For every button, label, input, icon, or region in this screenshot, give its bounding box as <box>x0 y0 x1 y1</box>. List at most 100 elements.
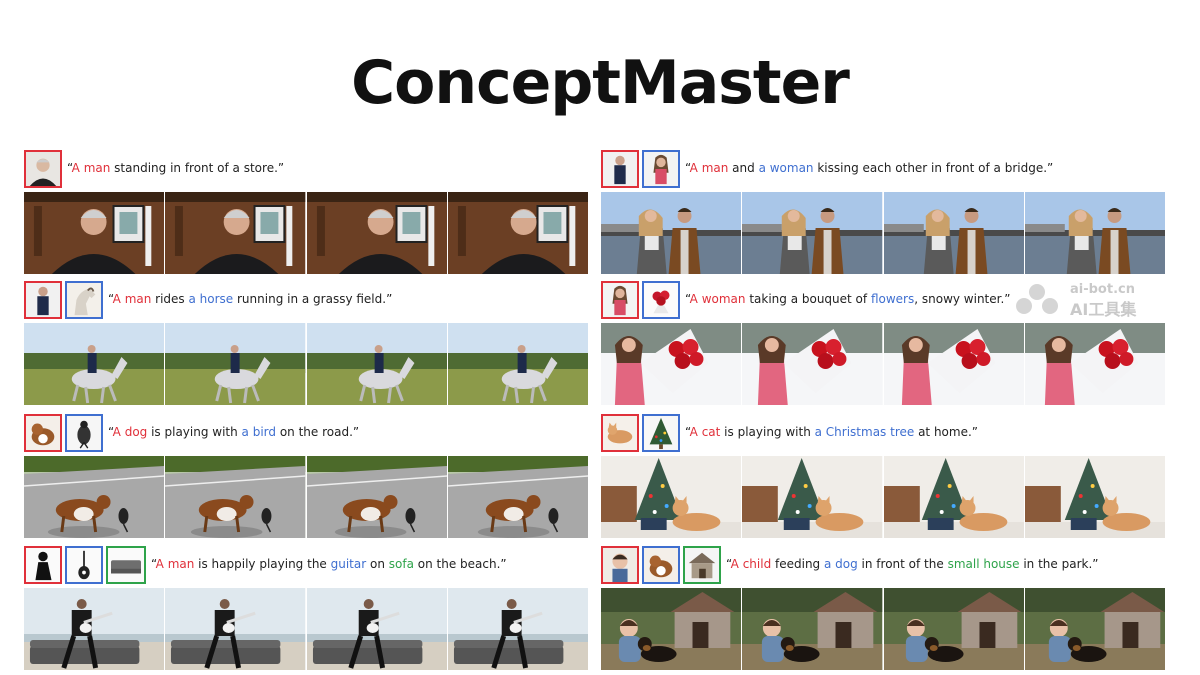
small-house-icon <box>685 548 719 582</box>
example-header: “A man standing in front of a store.” <box>24 150 588 190</box>
video-frame <box>447 192 588 274</box>
prompt-caption: “A dog is playing with a bird on the roa… <box>108 425 359 439</box>
example-4: “A man is happily playing the guitar on … <box>24 546 588 672</box>
example-3: “A dog is playing with a bird on the roa… <box>24 414 588 540</box>
video-frame <box>306 323 448 405</box>
video-frame <box>306 588 448 670</box>
prompt-caption: “A man and a woman kissing each other in… <box>685 161 1053 175</box>
man-portrait-icon <box>26 152 60 186</box>
video-frame-strip <box>24 456 588 538</box>
reference-image-sofa-icon <box>106 546 146 584</box>
caption-concept: flowers <box>870 292 915 306</box>
caption-text: kissing each other in front of a bridge.… <box>813 161 1054 175</box>
christmas-tree-icon <box>644 416 678 450</box>
reference-image-woman-icon <box>601 281 639 319</box>
man-silhouette-icon <box>26 548 60 582</box>
reference-image-dog-icon <box>24 414 62 452</box>
example-header: “A man is happily playing the guitar on … <box>24 546 588 586</box>
flowers-icon <box>644 283 678 317</box>
bird-icon <box>67 416 101 450</box>
video-frame <box>883 192 1025 274</box>
caption-concept: A dog <box>112 425 148 439</box>
example-7: “A cat is playing with a Christmas tree … <box>601 414 1165 540</box>
prompt-caption: “A man standing in front of a store.” <box>67 161 284 175</box>
reference-image-man-icon <box>601 150 639 188</box>
caption-text: is playing with <box>720 425 815 439</box>
prompt-caption: “A woman taking a bouquet of flowers, sn… <box>685 292 1011 306</box>
horse-icon <box>67 283 101 317</box>
video-frame <box>742 192 884 274</box>
caption-text: taking a bouquet of <box>745 292 871 306</box>
video-frame <box>306 456 448 538</box>
caption-text: feeding <box>771 557 824 571</box>
caption-text: standing in front of a store.” <box>110 161 285 175</box>
video-frame <box>742 456 884 538</box>
reference-image-man-icon <box>24 281 62 319</box>
caption-concept: A child <box>730 557 772 571</box>
video-frame <box>165 192 307 274</box>
video-frame-strip <box>24 323 588 405</box>
video-frame <box>883 323 1025 405</box>
caption-text: on the road.” <box>276 425 360 439</box>
reference-image-man-silhouette-icon <box>24 546 62 584</box>
caption-concept: a Christmas tree <box>814 425 915 439</box>
example-2: “A man rides a horse running in a grassy… <box>24 281 588 407</box>
example-8: “A child feeding a dog in front of the s… <box>601 546 1165 672</box>
watermark-domain: ai-bot.cn <box>1070 282 1135 297</box>
caption-text: , snowy winter.” <box>914 292 1011 306</box>
dog-icon <box>644 548 678 582</box>
video-frame-strip <box>601 456 1165 538</box>
reference-image-cat-icon <box>601 414 639 452</box>
reference-image-child-icon <box>601 546 639 584</box>
caption-text: is happily playing the <box>194 557 331 571</box>
caption-concept: a horse <box>188 292 234 306</box>
video-frame <box>165 456 307 538</box>
video-frame-strip <box>601 323 1165 405</box>
caption-concept: a dog <box>823 557 858 571</box>
example-header: “A man and a woman kissing each other in… <box>601 150 1165 190</box>
guitar-icon <box>67 548 101 582</box>
video-frame <box>165 323 307 405</box>
sofa-icon <box>108 548 144 582</box>
reference-image-guitar-icon <box>65 546 103 584</box>
video-frame <box>306 192 448 274</box>
video-frame-strip <box>24 192 588 274</box>
caption-text: rides <box>151 292 189 306</box>
caption-text: on the beach.” <box>413 557 507 571</box>
reference-image-dog-icon <box>642 546 680 584</box>
example-1: “A man standing in front of a store.” <box>24 150 588 276</box>
caption-concept: A man <box>71 161 111 175</box>
video-frame <box>883 456 1025 538</box>
prompt-caption: “A cat is playing with a Christmas tree … <box>685 425 978 439</box>
woman-icon <box>644 152 678 186</box>
video-frame <box>24 588 166 670</box>
caption-concept: A man <box>689 161 729 175</box>
example-header: “A dog is playing with a bird on the roa… <box>24 414 588 454</box>
video-frame <box>24 323 166 405</box>
prompt-caption: “A child feeding a dog in front of the s… <box>726 557 1099 571</box>
cat-icon <box>603 416 637 450</box>
video-frame <box>1024 192 1165 274</box>
example-5: “A man and a woman kissing each other in… <box>601 150 1165 276</box>
caption-concept: A man <box>155 557 195 571</box>
video-frame-strip <box>24 588 588 670</box>
caption-text: on <box>366 557 389 571</box>
man-icon <box>603 152 637 186</box>
caption-concept: a woman <box>758 161 814 175</box>
video-frame <box>1024 323 1165 405</box>
caption-text: at home.” <box>914 425 979 439</box>
caption-text: in the park.” <box>1019 557 1099 571</box>
video-frame <box>165 588 307 670</box>
video-frame <box>24 192 166 274</box>
page-title: ConceptMaster <box>351 48 850 118</box>
dog-icon <box>26 416 60 450</box>
caption-text: in front of the <box>857 557 948 571</box>
woman-icon <box>603 283 637 317</box>
caption-concept: sofa <box>388 557 414 571</box>
caption-text: is playing with <box>147 425 242 439</box>
reference-image-bird-icon <box>65 414 103 452</box>
video-frame-strip <box>601 588 1165 670</box>
caption-concept: small house <box>947 557 1020 571</box>
caption-concept: A woman <box>689 292 746 306</box>
video-frame <box>1024 456 1165 538</box>
